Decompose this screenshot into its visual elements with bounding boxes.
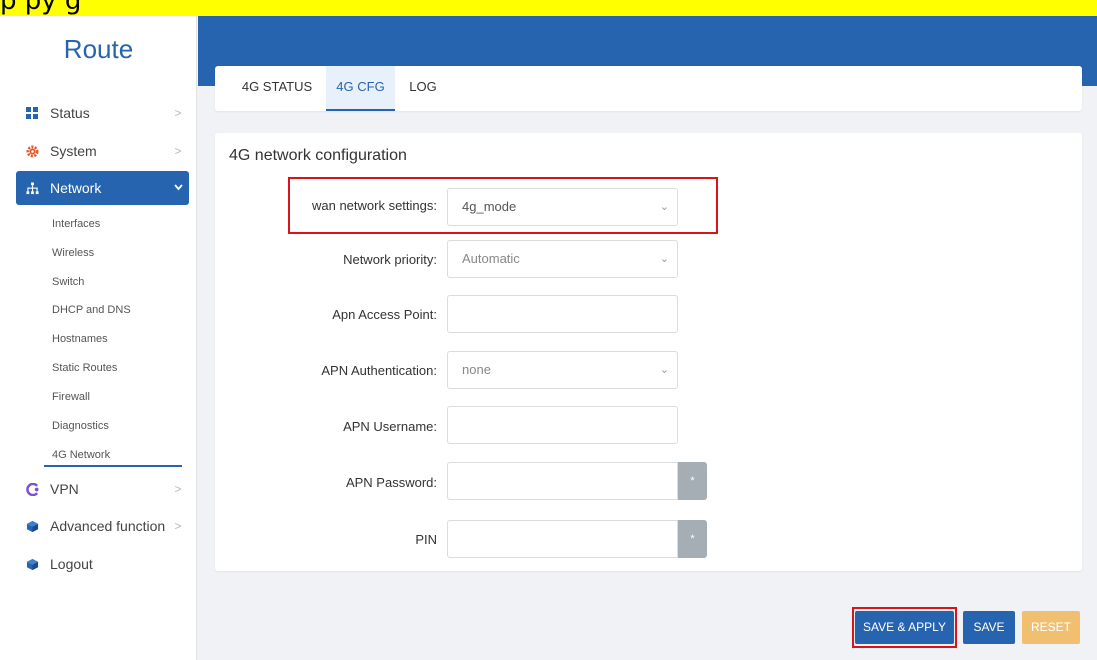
panel-title: 4G network configuration [229, 147, 407, 164]
chevron-down-icon [167, 183, 189, 194]
apn-access-point-input[interactable] [447, 295, 678, 333]
chevron-down-icon: ⌄ [659, 364, 669, 376]
highlight-box-save-apply [852, 607, 957, 648]
sidebar-item-network[interactable]: Network [16, 171, 189, 205]
tab-log[interactable]: LOG [399, 66, 447, 111]
save-button[interactable]: SAVE [963, 611, 1015, 644]
sidebar-item-label: Advanced function [50, 518, 166, 534]
highlight-box-wan-settings [288, 177, 718, 234]
sidebar-item-label: Status [50, 105, 90, 121]
top-banner-text: p py g [0, 0, 82, 16]
network-priority-value: Automatic [462, 251, 520, 266]
sidebar-item-label: Network [50, 180, 102, 196]
sidebar-subitem-diagnostics[interactable]: Diagnostics [52, 418, 109, 434]
chevron-right-icon: > [174, 144, 182, 158]
active-subitem-indicator [44, 465, 182, 467]
sidebar-item-label: System [50, 143, 97, 159]
tab-bar: 4G STATUS 4G CFG LOG [215, 66, 1082, 111]
apn-password-label: APN Password: [345, 475, 437, 490]
apn-password-input[interactable] [447, 462, 678, 500]
sidebar-subitem-hostnames[interactable]: Hostnames [52, 331, 108, 347]
apn-username-input[interactable] [447, 406, 678, 444]
tab-4g-status[interactable]: 4G STATUS [232, 66, 322, 111]
sidebar-item-advanced-function[interactable]: Advanced function > [16, 509, 189, 543]
sidebar-item-system[interactable]: System > [16, 134, 189, 168]
sidebar-subitem-interfaces[interactable]: Interfaces [52, 216, 100, 232]
reveal-pin-button[interactable]: * [678, 520, 707, 558]
apn-authentication-value: none [462, 362, 491, 377]
chevron-right-icon: > [174, 482, 182, 496]
brand-logo: Route [63, 34, 134, 64]
apn-authentication-select[interactable]: none ⌄ [447, 351, 678, 389]
network-priority-select[interactable]: Automatic ⌄ [447, 240, 678, 278]
tab-4g-cfg[interactable]: 4G CFG [326, 66, 395, 111]
sidebar-subitem-dhcp-dns[interactable]: DHCP and DNS [52, 302, 131, 318]
sidebar-subitem-4g-network[interactable]: 4G Network [52, 447, 110, 463]
sidebar-item-logout[interactable]: Logout [16, 547, 189, 581]
chevron-right-icon: > [174, 519, 182, 533]
cube-icon [16, 547, 50, 581]
gear-icon [16, 134, 50, 168]
sidebar-item-label: VPN [50, 481, 79, 497]
vpn-icon [16, 472, 50, 506]
sidebar-subitem-firewall[interactable]: Firewall [52, 389, 90, 405]
cube-icon [16, 509, 50, 543]
sidebar-subitem-wireless[interactable]: Wireless [52, 245, 94, 261]
sidebar-item-vpn[interactable]: VPN > [16, 472, 189, 506]
sidebar-item-label: Logout [50, 556, 93, 572]
apn-username-label: APN Username: [343, 419, 437, 434]
sidebar-subitem-static-routes[interactable]: Static Routes [52, 360, 117, 376]
sidebar-item-status[interactable]: Status > [16, 96, 189, 130]
chevron-down-icon: ⌄ [659, 253, 669, 265]
apn-access-point-label: Apn Access Point: [332, 307, 437, 322]
top-banner: p py g [0, 0, 1097, 16]
reset-button[interactable]: RESET [1022, 611, 1080, 644]
pin-input[interactable] [447, 520, 678, 558]
pin-label: PIN [415, 532, 437, 547]
network-priority-label: Network priority: [343, 252, 437, 267]
chevron-right-icon: > [174, 106, 182, 120]
reveal-password-button[interactable]: * [678, 462, 707, 500]
sidebar-subitem-switch[interactable]: Switch [52, 274, 84, 290]
network-icon [16, 171, 50, 205]
dashboard-icon [16, 96, 50, 130]
apn-authentication-label: APN Authentication: [321, 363, 437, 378]
